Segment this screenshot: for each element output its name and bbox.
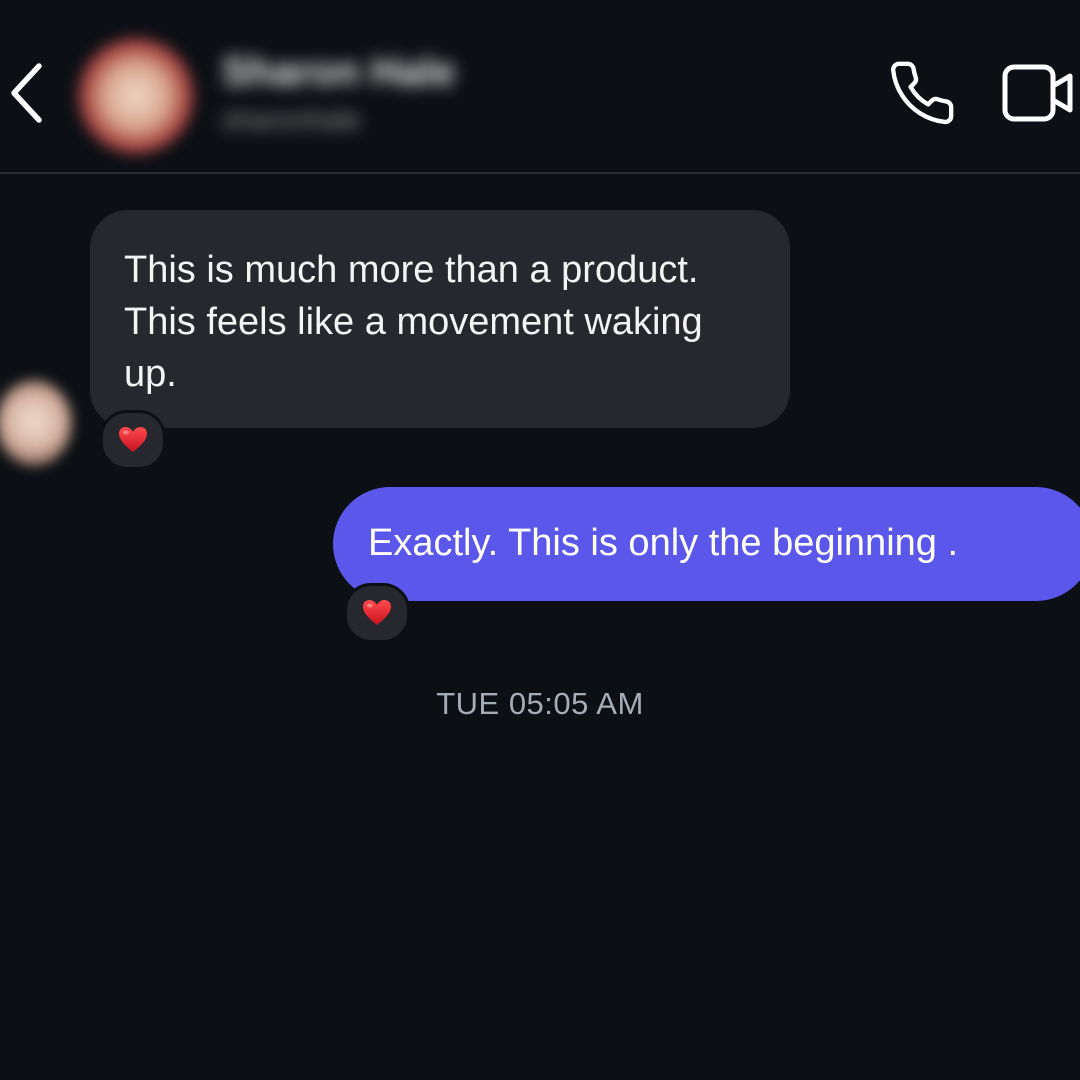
heart-icon bbox=[363, 600, 391, 625]
contact-avatar[interactable] bbox=[78, 38, 194, 154]
message-text: This is much more than a product. This f… bbox=[124, 249, 703, 395]
phone-icon bbox=[886, 58, 958, 128]
message-timestamp: TUE 05:05 AM bbox=[436, 686, 644, 721]
message-text: Exactly. This is only the beginning . bbox=[368, 522, 959, 564]
audio-call-button[interactable] bbox=[886, 58, 958, 128]
incoming-message-bubble[interactable]: This is much more than a product. This f… bbox=[90, 210, 790, 428]
heart-icon bbox=[119, 427, 147, 452]
video-camera-icon bbox=[1000, 60, 1076, 126]
chat-header: Sharon Hale sharonhale bbox=[0, 0, 1080, 174]
contact-name[interactable]: Sharon Hale bbox=[222, 50, 455, 95]
message-reaction[interactable] bbox=[100, 410, 166, 470]
outgoing-message-bubble[interactable]: Exactly. This is only the beginning . bbox=[333, 487, 1080, 601]
back-button[interactable] bbox=[6, 58, 50, 128]
sender-avatar[interactable] bbox=[0, 380, 72, 466]
message-reaction[interactable] bbox=[344, 583, 410, 643]
contact-username: sharonhale bbox=[222, 104, 361, 135]
chevron-left-icon bbox=[6, 58, 50, 128]
video-call-button[interactable] bbox=[1000, 60, 1076, 126]
